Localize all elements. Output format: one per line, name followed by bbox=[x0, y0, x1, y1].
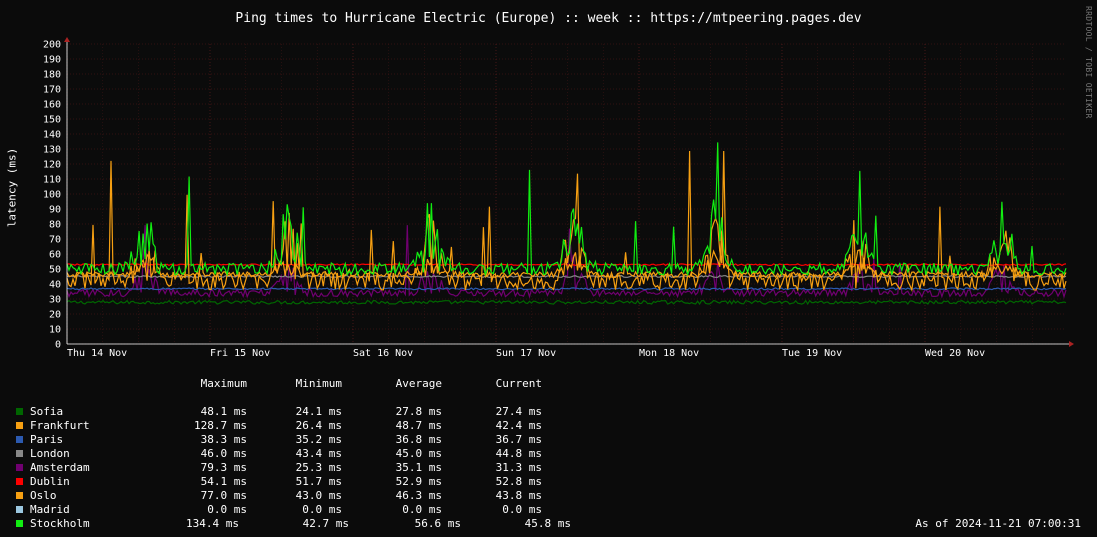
y-tick-label: 20 bbox=[49, 310, 61, 321]
y-tick-label: 40 bbox=[49, 280, 61, 291]
y-tick-label: 170 bbox=[43, 85, 61, 96]
y-tick-label: 200 bbox=[43, 40, 61, 51]
chart-series bbox=[66, 142, 1067, 306]
y-tick-label: 100 bbox=[43, 190, 61, 201]
chart-tick-labels: 0 10 20 30 40 50 60 70 80 90 100 110 120 130 140 150 160… bbox=[43, 40, 985, 360]
y-tick-label: 80 bbox=[49, 220, 61, 231]
y-tick-label: 130 bbox=[43, 145, 61, 156]
y-tick-label: 150 bbox=[43, 115, 61, 126]
x-tick-label: Mon 18 Nov bbox=[639, 348, 699, 359]
y-tick-label: 140 bbox=[43, 130, 61, 141]
y-tick-label: 50 bbox=[49, 265, 61, 276]
x-tick-label: Wed 20 Nov bbox=[925, 348, 985, 359]
x-tick-label: Sat 16 Nov bbox=[353, 348, 413, 359]
y-tick-label: 30 bbox=[49, 295, 61, 306]
y-tick-label: 180 bbox=[43, 70, 61, 81]
x-tick-label: Tue 19 Nov bbox=[782, 348, 842, 359]
y-tick-label: 0 bbox=[55, 340, 61, 351]
x-tick-label: Fri 15 Nov bbox=[210, 348, 270, 359]
y-tick-label: 70 bbox=[49, 235, 61, 246]
y-tick-label: 160 bbox=[43, 100, 61, 111]
y-tick-label: 110 bbox=[43, 175, 61, 186]
ping-chart: 0 10 20 30 40 50 60 70 80 90 100 110 120 130 140 150 160… bbox=[43, 37, 1074, 360]
chart-grid bbox=[66, 43, 1066, 345]
y-tick-label: 10 bbox=[49, 325, 61, 336]
y-tick-label: 60 bbox=[49, 250, 61, 261]
series-line-sofia bbox=[66, 299, 1067, 306]
y-tick-label: 190 bbox=[43, 55, 61, 66]
x-axis-arrow bbox=[1069, 341, 1074, 347]
y-tick-label: 90 bbox=[49, 205, 61, 216]
as-of-timestamp: As of 2024-11-21 07:00:31 bbox=[915, 517, 1081, 530]
x-tick-label: Sun 17 Nov bbox=[496, 348, 556, 359]
series-line-paris bbox=[66, 287, 1067, 291]
y-tick-label: 120 bbox=[43, 160, 61, 171]
x-tick-label: Thu 14 Nov bbox=[67, 348, 127, 359]
y-axis-arrow bbox=[64, 37, 70, 42]
